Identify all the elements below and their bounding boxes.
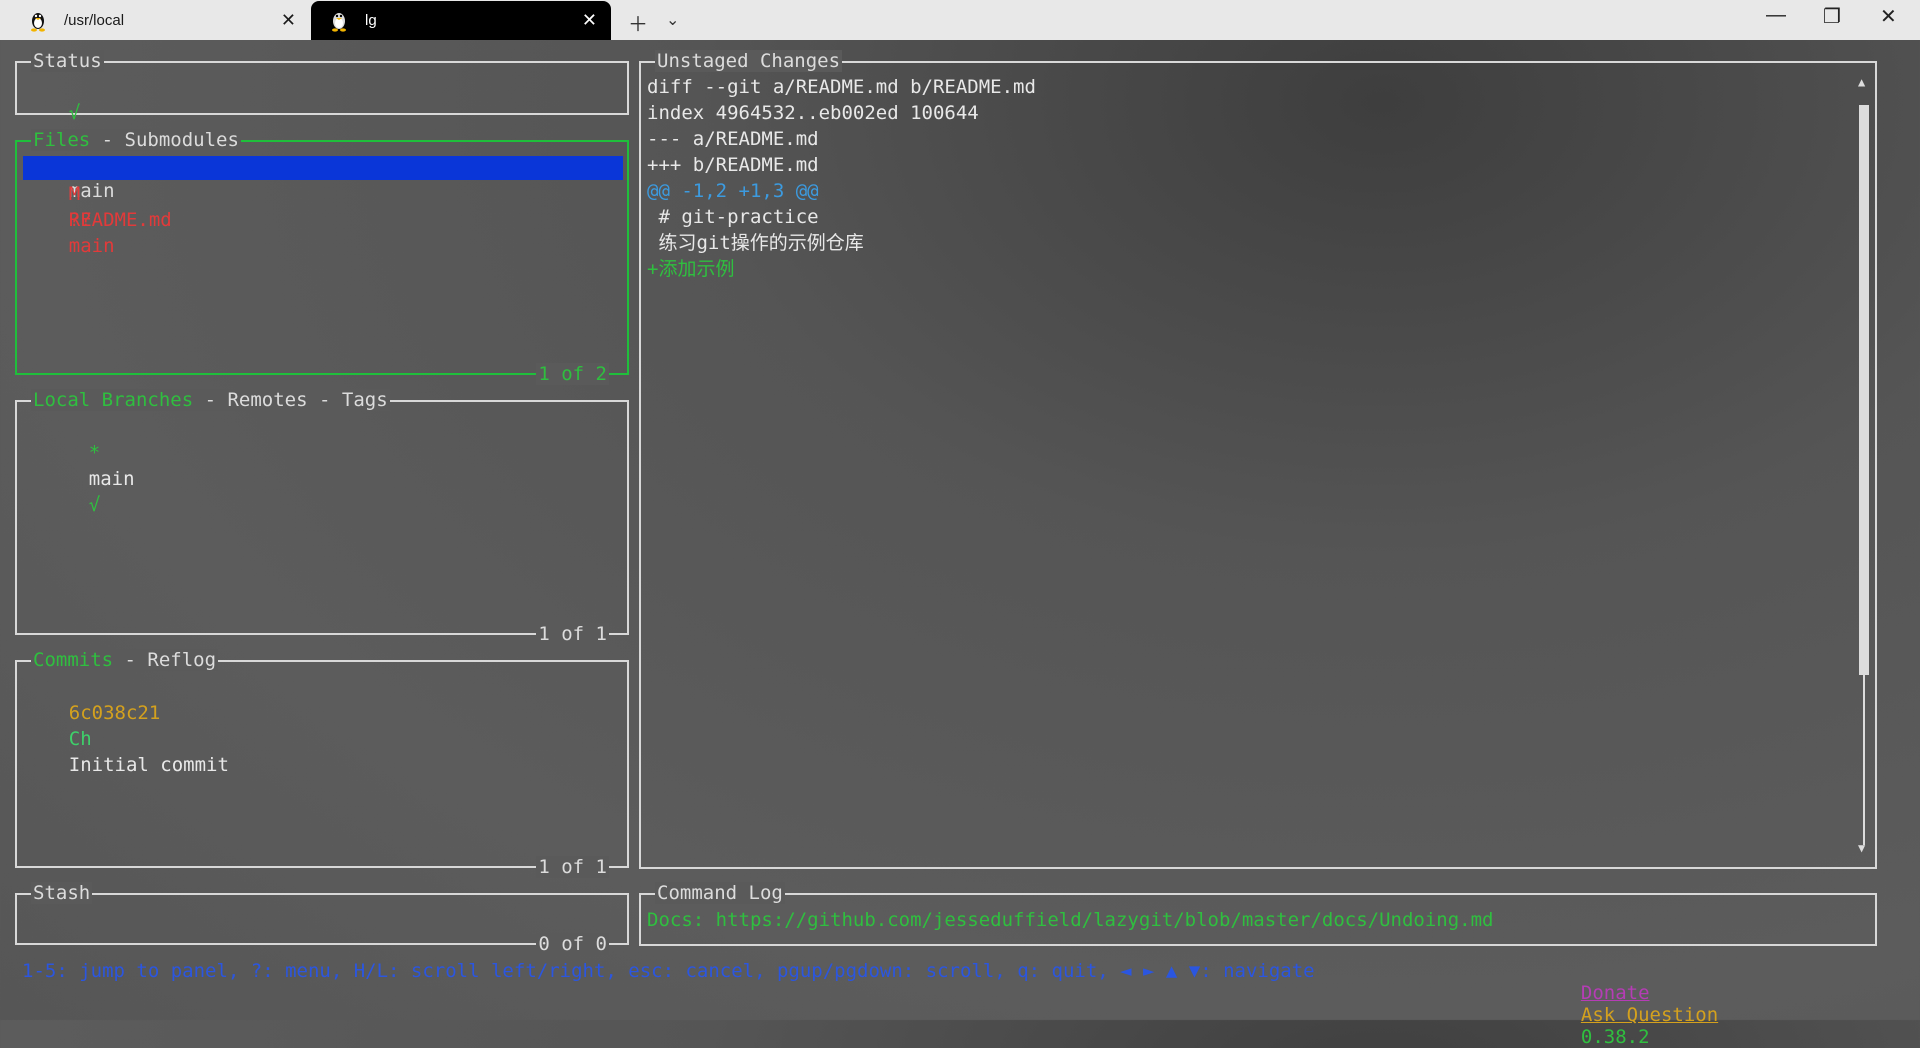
title-bar: /usr/local ✕ lg ✕ ＋ ⌄ — ❐ ✕: [0, 0, 1920, 40]
scroll-down-icon[interactable]: ▼: [1858, 841, 1865, 855]
panel-counter: 1 of 1: [536, 856, 609, 878]
title-separator: -: [90, 129, 125, 151]
linux-icon: [31, 12, 45, 32]
tab-submodules[interactable]: Submodules: [125, 129, 239, 151]
diff-context-line: 练习git操作的示例仓库: [647, 232, 864, 254]
panel-title: Local Branches - Remotes - Tags: [31, 389, 390, 411]
panel-title: Status: [31, 50, 104, 72]
check-icon: √: [88, 494, 101, 516]
status-panel[interactable]: Status √ git-practice → main: [15, 50, 629, 202]
title-separator: -: [307, 389, 342, 411]
diff-index-line: index 4964532..eb002ed 100644: [647, 102, 979, 124]
scrollbar[interactable]: ▲ ▼: [1858, 75, 1869, 855]
new-tab-icon[interactable]: ＋: [628, 8, 648, 37]
diff-context-line: # git-practice: [647, 206, 819, 228]
commits-panel[interactable]: Commits - Reflog 6c038c21 Ch Initial com…: [15, 649, 629, 878]
diff-panel[interactable]: Unstaged Changes diff --git a/README.md …: [639, 50, 1877, 869]
tab-reflog[interactable]: Reflog: [147, 649, 216, 671]
commit-hash: 6c038c21: [68, 702, 161, 724]
tab-files[interactable]: Files: [33, 129, 90, 151]
diff-new-file-line: +++ b/README.md: [647, 154, 819, 176]
linux-icon: [332, 12, 346, 32]
commit-author: Ch: [68, 728, 92, 750]
tab-lg[interactable]: lg ✕: [311, 1, 611, 40]
close-window-icon[interactable]: ✕: [1880, 4, 1897, 29]
panel-counter: 1 of 1: [536, 623, 609, 645]
diff-added-line: +添加示例: [647, 258, 735, 280]
current-branch-marker: *: [88, 442, 101, 464]
tab-label: lg: [365, 12, 377, 29]
tab-usr-local[interactable]: /usr/local ✕: [10, 1, 310, 40]
command-log-panel[interactable]: Command Log Docs: https://github.com/jes…: [639, 882, 1877, 946]
panel-title: Command Log: [655, 882, 785, 904]
close-icon[interactable]: ✕: [281, 10, 296, 31]
branches-panel[interactable]: Local Branches - Remotes - Tags * main √…: [15, 389, 629, 645]
tab-local-branches[interactable]: Local Branches: [33, 389, 193, 411]
stash-panel[interactable]: Stash 0 of 0: [15, 882, 629, 955]
command-log-text: Docs: https://github.com/jesseduffield/l…: [647, 909, 1494, 931]
commit-item[interactable]: 6c038c21 Ch Initial commit: [23, 674, 229, 804]
file-status: ??: [68, 209, 92, 231]
panel-title: Stash: [31, 882, 93, 904]
tab-commits[interactable]: Commits: [33, 649, 113, 671]
panel-title: Unstaged Changes: [655, 50, 843, 72]
tab-label: /usr/local: [64, 12, 125, 29]
files-panel[interactable]: Files - Submodules M README.md ?? main 1…: [15, 129, 629, 385]
close-icon[interactable]: ✕: [582, 10, 597, 31]
chevron-down-icon[interactable]: ⌄: [666, 10, 679, 30]
check-icon: √: [68, 102, 81, 124]
version-label: 0.38.2: [1580, 1026, 1650, 1048]
tab-remotes[interactable]: Remotes: [227, 389, 307, 411]
panel-title: Commits - Reflog: [31, 649, 219, 671]
ask-question-link[interactable]: Ask Question: [1581, 1004, 1718, 1026]
donate-link[interactable]: Donate: [1581, 982, 1650, 1004]
diff-old-file-line: --- a/README.md: [647, 128, 819, 150]
minimize-icon[interactable]: —: [1766, 4, 1786, 27]
diff-header-line: diff --git a/README.md b/README.md: [647, 76, 1036, 98]
branch-item[interactable]: * main √: [43, 414, 135, 544]
file-item[interactable]: ?? main: [23, 181, 115, 285]
tab-tags[interactable]: Tags: [342, 389, 388, 411]
restore-icon[interactable]: ❐: [1823, 4, 1841, 29]
commit-message: Initial commit: [68, 754, 229, 776]
scroll-up-icon[interactable]: ▲: [1858, 75, 1865, 89]
panel-title: Files - Submodules: [31, 129, 241, 151]
panel-counter: 1 of 2: [536, 363, 609, 385]
footer-links: Donate Ask Question 0.38.2: [1558, 960, 1718, 1048]
file-name: main: [68, 235, 115, 257]
branch-name: main: [88, 468, 135, 490]
diff-hunk-header: @@ -1,2 +1,3 @@: [647, 180, 819, 202]
title-separator: -: [113, 649, 148, 671]
scrollbar-rail: [1863, 105, 1865, 845]
panel-counter: 0 of 0: [536, 933, 609, 955]
title-separator: -: [193, 389, 228, 411]
keybindings-hint: 1-5: jump to panel, ?: menu, H/L: scroll…: [22, 960, 1315, 982]
